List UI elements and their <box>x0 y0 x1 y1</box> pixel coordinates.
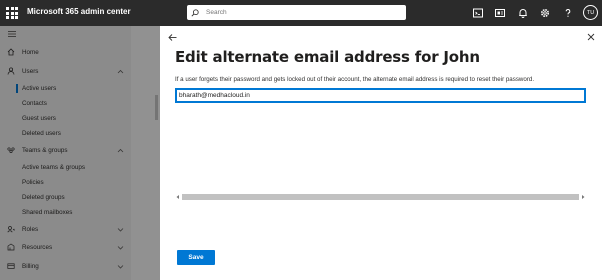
horizontal-scrollbar[interactable] <box>175 193 586 201</box>
bell-icon[interactable] <box>517 7 529 19</box>
help-icon[interactable] <box>562 7 574 19</box>
terminal-icon[interactable] <box>472 7 484 19</box>
mail-icon[interactable] <box>494 7 506 19</box>
scrollbar-thumb[interactable] <box>182 194 579 200</box>
panel-title: Edit alternate email address for John <box>175 48 480 66</box>
close-icon[interactable] <box>587 33 595 41</box>
alternate-email-field[interactable] <box>175 88 586 103</box>
top-bar: Microsoft 365 admin center Search TU <box>0 0 602 26</box>
avatar[interactable]: TU <box>583 5 598 20</box>
edit-email-panel: Edit alternate email address for John If… <box>160 26 602 280</box>
back-arrow-icon[interactable] <box>168 33 177 42</box>
save-button[interactable]: Save <box>177 250 215 265</box>
scroll-left-icon[interactable] <box>175 194 181 200</box>
panel-description: If a user forgets their password and get… <box>175 76 535 83</box>
scroll-right-icon[interactable] <box>580 194 586 200</box>
gear-icon[interactable] <box>539 7 551 19</box>
